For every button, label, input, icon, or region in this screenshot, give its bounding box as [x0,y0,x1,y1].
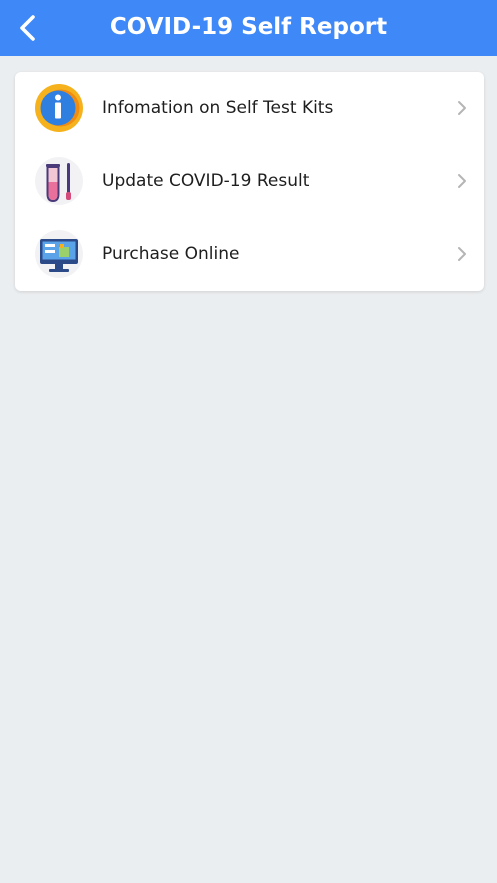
menu-item-label: Update COVID-19 Result [102,171,310,191]
menu-item-purchase-online[interactable]: Purchase Online [15,218,484,291]
menu-item-update-result[interactable]: Update COVID-19 Result [15,145,484,218]
test-tube-icon [34,156,84,206]
menu-item-label: Purchase Online [102,244,240,264]
chevron-right-icon [458,101,466,115]
info-icon [34,83,84,133]
app-header: COVID-19 Self Report [0,0,497,56]
menu-card: Infomation on Self Test Kits Update COVI… [15,72,484,291]
online-shop-icon [34,229,84,279]
chevron-right-icon [458,247,466,261]
chevron-right-icon [458,174,466,188]
menu-item-label: Infomation on Self Test Kits [102,98,334,118]
page-title: COVID-19 Self Report [109,14,388,40]
menu-item-self-test-info[interactable]: Infomation on Self Test Kits [15,72,484,145]
